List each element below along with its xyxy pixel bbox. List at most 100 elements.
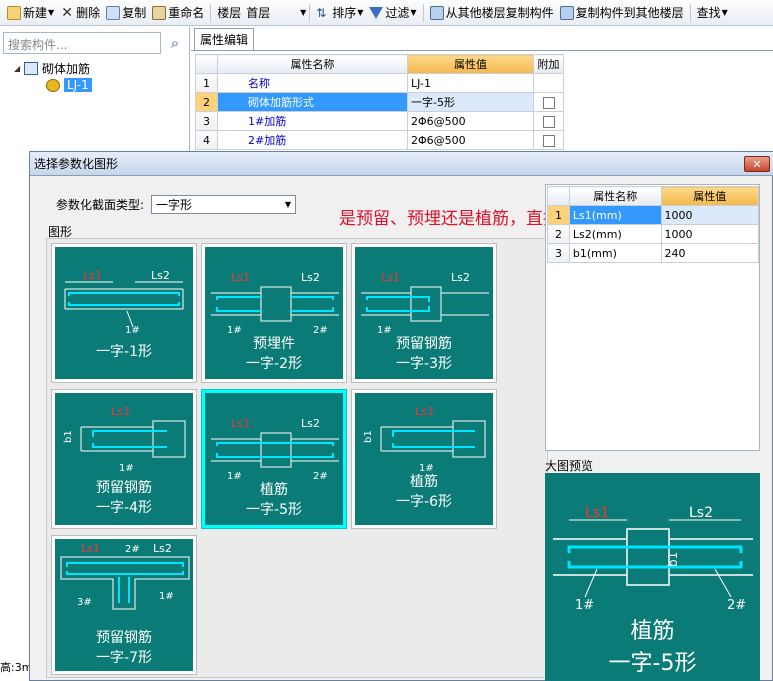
floor-select[interactable]: 首层 ▼ [244, 3, 306, 23]
shape-name: 一字-5形 [246, 502, 302, 518]
param-value[interactable]: 240 [660, 243, 760, 263]
delete-button[interactable]: ✕ 删除 [57, 2, 103, 24]
shape-type: 预留钢筋 [96, 630, 152, 646]
shape-card-5[interactable]: Ls1 Ls2 1# 2# 植筋 一字-5形 [201, 389, 347, 529]
row-number: 1 [547, 205, 570, 225]
tab-property-edit[interactable]: 属性编辑 [194, 28, 254, 50]
sort-button[interactable]: ⇅ 排序 ▼ [313, 2, 366, 24]
filter-icon [369, 6, 384, 19]
dim-b1-label: b1 [363, 430, 374, 443]
shape-thumbnail: Ls1 Ls2 2# 3# 1# 预留钢筋 一字-7形 [55, 539, 193, 671]
dim-b1-label: b1 [63, 430, 74, 443]
property-table: 属性名称 属性值 附加 1 名称 LJ-1 2 砌体加筋形式 一字-5形 3 1… [195, 54, 564, 150]
table-header: 属性名称 属性值 附加 [195, 54, 564, 74]
shape-gallery: Ls1 Ls2 1# 一字-1形 Ls1 Ls2 1# 2# 预埋件 一字-2形… [46, 238, 548, 678]
property-value[interactable]: 2Φ6@500 [407, 111, 534, 131]
rebar-3-label: 3# [77, 597, 92, 608]
dropdown-arrow-icon: ▼ [357, 8, 364, 17]
new-button[interactable]: 新建 ▼ [4, 2, 57, 24]
copy-icon [106, 5, 121, 20]
shape-thumbnail: Ls1 Ls2 1# 2# 植筋 一字-5形 [205, 393, 343, 525]
rebar-1-label: 1# [575, 598, 594, 613]
collapse-icon[interactable]: ◢ [14, 64, 24, 73]
app-window: 新建 ▼ ✕ 删除 复制 重命名 楼层 首层 ▼ ⇅ 排序 ▼ 过滤 ▼ 从其他楼层复制构件… [0, 0, 773, 681]
tab-divider [191, 50, 773, 51]
delete-icon: ✕ [61, 4, 74, 21]
extra-checkbox[interactable] [542, 115, 555, 128]
dim-ls2-label: Ls2 [153, 542, 172, 555]
extra-cell [533, 111, 564, 131]
rownum-header [195, 54, 218, 74]
parameter-panel: 属性名称 属性值 1 Ls1(mm) 1000 2 Ls2(mm) 1000 3… [545, 184, 760, 451]
toolbar-divider [210, 3, 212, 22]
sort-icon: ⇅ [316, 5, 327, 20]
table-row[interactable]: 4 2#加筋 2Φ6@500 [195, 130, 564, 150]
copy-from-floor-button[interactable]: 从其他楼层复制构件 [427, 2, 557, 24]
preview-type: 植筋 [630, 619, 675, 644]
shape-name: 一字-4形 [96, 500, 152, 516]
table-row[interactable]: 3 1#加筋 2Φ6@500 [195, 111, 564, 131]
filter-button[interactable]: 过滤 ▼ [366, 2, 419, 24]
rename-button[interactable]: 重命名 [149, 2, 207, 24]
param-name: b1(mm) [568, 243, 662, 263]
close-button[interactable]: ✕ [744, 156, 770, 172]
column-header-name: 属性名称 [217, 54, 408, 74]
dim-ls1-label: Ls1 [381, 271, 400, 284]
table-row[interactable]: 2 砌体加筋形式 一字-5形 [195, 92, 564, 112]
shape-card-1[interactable]: Ls1 Ls2 1# 一字-1形 [51, 243, 197, 383]
dim-ls1-label: Ls1 [81, 542, 100, 555]
dialog-title: 选择参数化图形 [34, 157, 119, 171]
shape-card-2[interactable]: Ls1 Ls2 1# 2# 预埋件 一字-2形 [201, 243, 347, 383]
row-number: 2 [195, 92, 218, 112]
dropdown-arrow-icon: ▼ [410, 8, 417, 17]
shape-card-6[interactable]: Ls1 b1 1# 植筋 一字-6形 [351, 389, 497, 529]
property-value[interactable]: 2Φ6@500 [407, 130, 534, 150]
shape-card-4[interactable]: Ls1 b1 1# 预留钢筋 一字-4形 [51, 389, 197, 529]
row-number: 1 [195, 73, 218, 93]
preview-name: 一字-5形 [608, 651, 697, 676]
copy-button[interactable]: 复制 [103, 2, 149, 24]
param-value[interactable]: 1000 [660, 224, 760, 244]
search-icon[interactable]: ⌕ [163, 32, 187, 54]
shape-thumbnail: Ls1 Ls2 1# 预留钢筋 一字-3形 [355, 247, 493, 379]
table-row[interactable]: 1 名称 LJ-1 [195, 73, 564, 93]
dim-ls1-label: Ls1 [231, 271, 250, 284]
copy-to-floor-icon [559, 5, 574, 20]
dim-ls2-label: Ls2 [301, 417, 320, 430]
property-value[interactable]: LJ-1 [407, 73, 534, 93]
shape-thumbnail: Ls1 b1 1# 预留钢筋 一字-4形 [55, 393, 193, 525]
chevron-down-icon: ▼ [284, 200, 291, 209]
dropdown-arrow-icon: ▼ [48, 8, 55, 17]
extra-checkbox[interactable] [542, 96, 555, 109]
status-text: 高:3m [0, 661, 33, 674]
dim-ls1-label: Ls1 [83, 269, 102, 282]
param-value[interactable]: 1000 [660, 205, 760, 225]
dim-ls1-label: Ls1 [585, 505, 609, 521]
tree-node-root[interactable]: ◢ 砌体加筋 [14, 59, 90, 77]
copy-to-floor-button[interactable]: 复制构件到其他楼层 [557, 2, 687, 24]
column-header-value: 属性值 [407, 54, 534, 74]
dropdown-arrow-icon: ▼ [721, 8, 728, 17]
shape-type: 预留钢筋 [96, 480, 152, 496]
find-button[interactable]: 查找 ▼ [694, 2, 731, 24]
search-input[interactable]: 搜索构件... [3, 32, 161, 54]
shape-card-3[interactable]: Ls1 Ls2 1# 预留钢筋 一字-3形 [351, 243, 497, 383]
table-row[interactable]: 2 Ls2(mm) 1000 [547, 224, 760, 244]
dim-b1-label: b1 [666, 552, 680, 567]
extra-checkbox[interactable] [542, 134, 555, 147]
shape-name: 一字-2形 [246, 356, 302, 372]
toolbar-divider [309, 3, 311, 22]
folder-icon [24, 61, 38, 75]
rownum-header [547, 186, 570, 206]
table-row[interactable]: 3 b1(mm) 240 [547, 243, 760, 263]
section-type-select[interactable]: 一字形 ▼ [151, 195, 296, 214]
dim-ls2-label: Ls2 [689, 505, 713, 521]
extra-cell [533, 92, 564, 112]
shape-card-7[interactable]: Ls1 Ls2 2# 3# 1# 预留钢筋 一字-7形 [51, 535, 197, 675]
tree-node-lj1[interactable]: LJ-1 [46, 76, 92, 94]
shape-thumbnail: Ls1 b1 1# 植筋 一字-6形 [355, 393, 493, 525]
column-header-extra: 附加 [533, 54, 564, 74]
property-value[interactable]: 一字-5形 [407, 92, 534, 112]
main-toolbar: 新建 ▼ ✕ 删除 复制 重命名 楼层 首层 ▼ ⇅ 排序 ▼ 过滤 ▼ 从其他楼层复制构件… [0, 0, 773, 26]
table-row[interactable]: 1 Ls1(mm) 1000 [547, 205, 760, 225]
